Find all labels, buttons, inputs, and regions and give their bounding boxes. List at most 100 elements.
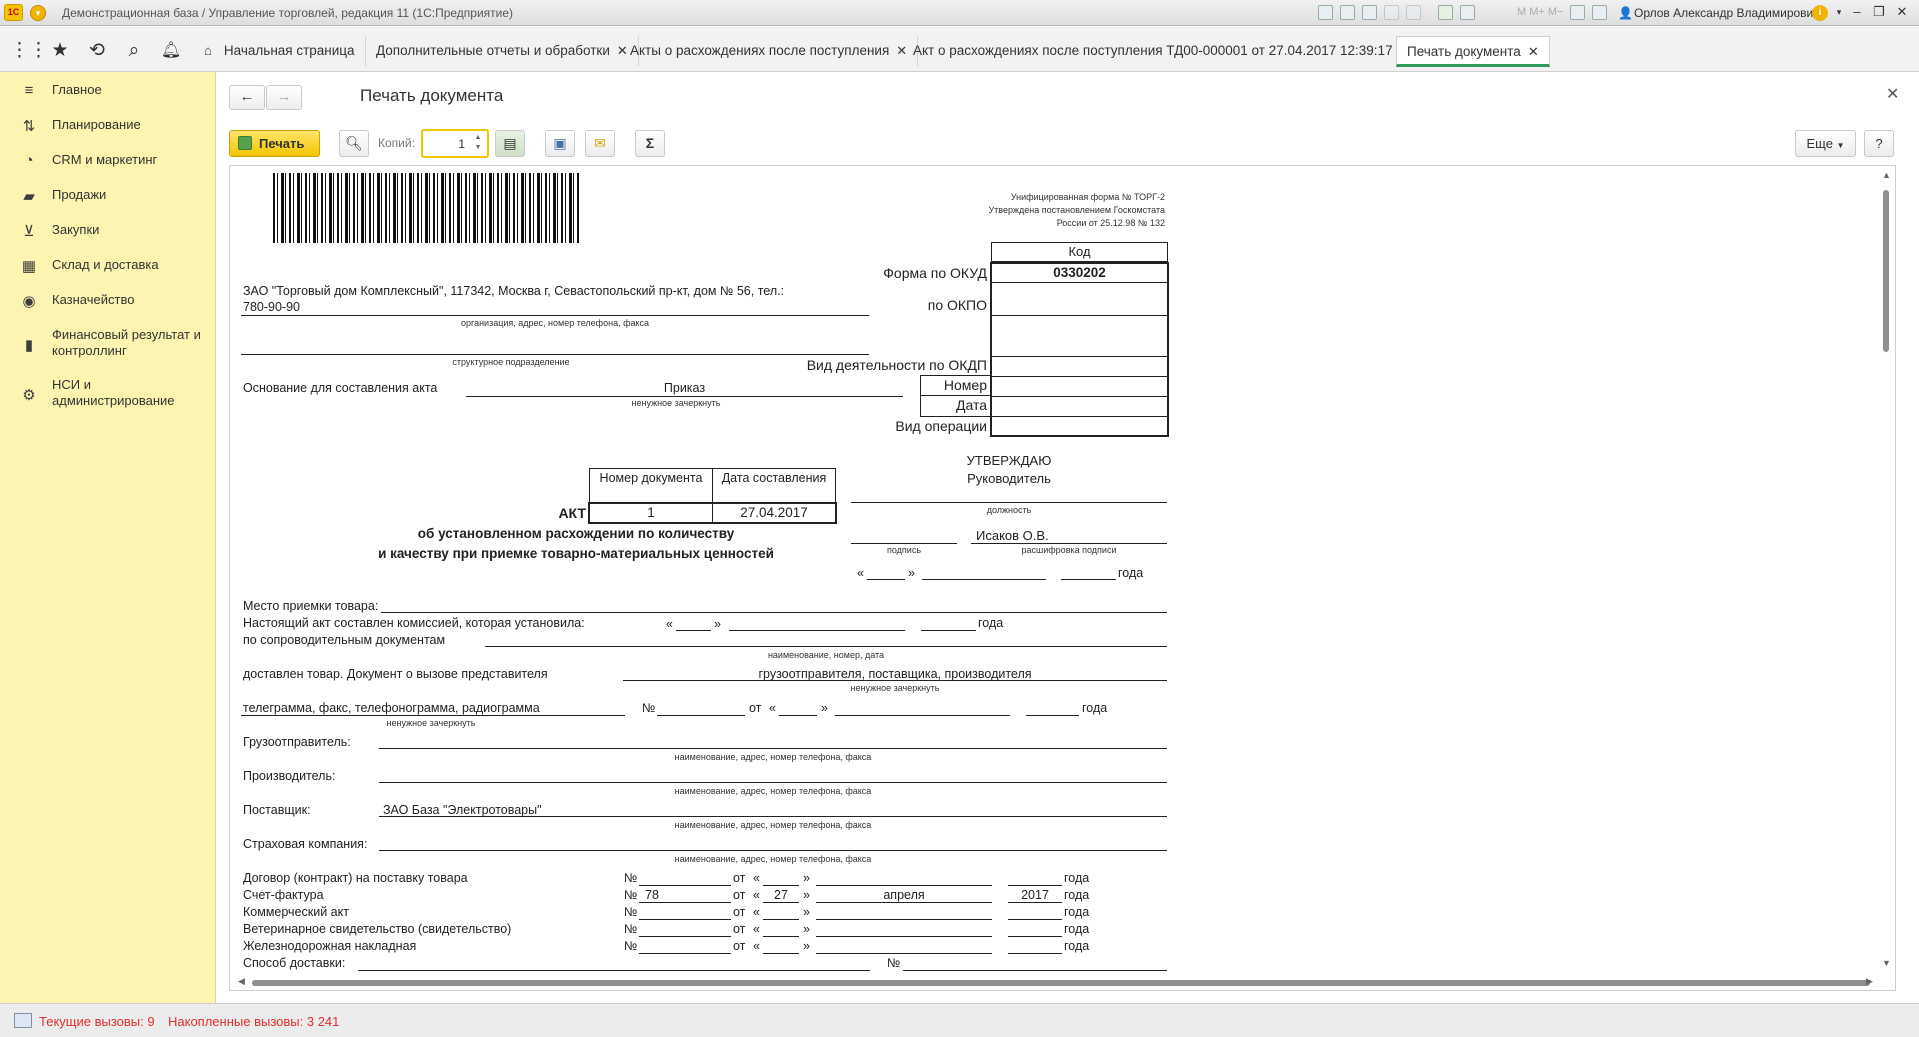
sidebar-item-planning[interactable]: ⇅ Планирование [0, 117, 216, 151]
quote-open: « [769, 701, 776, 715]
edit-table-icon: ▤ [503, 135, 517, 151]
help-button[interactable]: ? [1864, 130, 1894, 157]
app-menu-icon[interactable]: ▾ [30, 5, 46, 21]
search-icon[interactable]: ⌕ [120, 37, 148, 65]
scroll-up-icon[interactable]: ▲ [1882, 170, 1891, 180]
print-icon[interactable] [1340, 5, 1355, 20]
scroll-right-icon[interactable]: ▶ [1866, 976, 1873, 987]
edit-toggle-button[interactable]: ▤ [495, 130, 525, 157]
restore-button[interactable]: ❐ [1870, 3, 1888, 21]
sidebar-item-crm[interactable]: ◔ CRM и маркетинг [0, 152, 216, 186]
back-button[interactable]: ← [229, 85, 265, 110]
tab-home[interactable]: ⌂ Начальная страница [192, 36, 366, 66]
copies-stepper[interactable]: ▲▼ [421, 129, 489, 158]
num-sign: № [624, 905, 638, 919]
preview-icon[interactable] [1362, 5, 1377, 20]
crm-icon: ◔ [24, 152, 34, 169]
year-word: года [1064, 871, 1090, 885]
forward-button[interactable]: → [266, 85, 302, 110]
more-button[interactable]: Еще ▼ [1795, 130, 1856, 157]
tab-print-document[interactable]: Печать документа ✕ [1396, 36, 1550, 67]
chevron-down-icon[interactable]: ▾ [1830, 3, 1848, 21]
producer-label: Производитель: [243, 769, 336, 783]
save-icon[interactable] [1318, 5, 1333, 20]
delivered-caption: ненужное зачеркнуть [850, 683, 940, 693]
okdp-label: Вид деятельности по ОКДП [806, 357, 987, 373]
sidebar-item-finance[interactable]: ▮ Финансовый результат и контроллинг [0, 327, 216, 363]
dept-caption: структурное подразделение [452, 357, 570, 367]
sidebar-item-main[interactable]: ≡ Главное [0, 82, 216, 116]
from-word: от [733, 905, 746, 919]
org-line2: 780-90-90 [243, 300, 300, 314]
scroll-down-icon[interactable]: ▼ [1882, 958, 1891, 968]
shipper-label: Грузоотправитель: [243, 735, 351, 749]
sidebar-item-warehouse[interactable]: ▦ Склад и доставка [0, 257, 216, 291]
bell-icon[interactable]: 🔔︎ [157, 37, 185, 65]
quote-close: » [803, 871, 810, 885]
panels-icon[interactable] [1592, 5, 1607, 20]
window-title: Демонстрационная база / Управление торго… [62, 6, 514, 20]
apps-grid-icon[interactable]: ⋮⋮ [10, 37, 48, 65]
tab-discrepancy-act-doc[interactable]: Акт о расхождениях после поступления ТД0… [903, 36, 1422, 66]
accomp-label: по сопроводительным документам [243, 633, 446, 647]
position-caption: должность [986, 505, 1032, 515]
place-label: Место приемки товара: [243, 599, 379, 613]
save-button[interactable]: ▣ [545, 130, 575, 157]
sidebar-item-admin[interactable]: ⚙ НСИ и администрирование [0, 377, 216, 413]
year-word: года [1118, 566, 1144, 580]
chart-icon: ▮ [24, 337, 34, 354]
horizontal-scrollbar[interactable] [252, 980, 1870, 986]
calculator-icon[interactable] [1438, 5, 1453, 20]
preview-button[interactable]: 🔍︎ [339, 130, 369, 157]
tab-discrepancy-acts[interactable]: Акты о расхождениях после поступления ✕ [620, 36, 919, 66]
sigma-icon: Σ [645, 135, 655, 151]
link-icon[interactable] [1384, 5, 1399, 20]
sidebar-item-sales[interactable]: ▰ Продажи [0, 187, 216, 221]
close-window-button[interactable]: ✕ [1893, 3, 1911, 21]
okpo-label: по ОКПО [927, 297, 987, 313]
chevron-down-icon: ▼ [1836, 141, 1845, 150]
tab-label: Печать документа [1407, 44, 1521, 59]
info-icon[interactable]: i [1812, 5, 1828, 21]
form-header-line3: России от 25.12.98 № 132 [1056, 218, 1165, 228]
sum-button[interactable]: Σ [635, 130, 665, 157]
sidebar-item-purchases[interactable]: ⊻ Закупки [0, 222, 216, 256]
act-title-line2: и качеству при приемке товарно-материаль… [378, 546, 774, 561]
form-header-line1: Унифицированная форма № ТОРГ-2 [1010, 192, 1165, 202]
stepper-arrows-icon[interactable]: ▲ ▼ [471, 133, 485, 154]
optype-label: Вид операции [895, 418, 987, 434]
tab-label: Дополнительные отчеты и обработки [376, 43, 610, 58]
shipper-caption: наименование, адрес, номер телефона, фак… [674, 752, 872, 762]
spreadsheet-document[interactable]: Унифицированная форма № ТОРГ-2 Утвержден… [229, 165, 1896, 991]
railway-label: Железнодорожная накладная [243, 939, 417, 953]
user-name[interactable]: Орлов Александр Владимирович [1634, 6, 1820, 20]
invoice-year: 2017 [1021, 888, 1049, 902]
org-line1: ЗАО "Торговый дом Комплексный", 117342, … [243, 284, 785, 298]
vertical-scrollbar[interactable] [1883, 190, 1889, 352]
number-label: Номер [943, 377, 987, 393]
scroll-left-icon[interactable]: ◀ [238, 976, 245, 987]
from-word: от [733, 922, 746, 936]
star-icon[interactable]: ★ [46, 37, 74, 65]
date-label: Дата [955, 397, 987, 413]
basis-caption: ненужное зачеркнуть [631, 398, 721, 408]
history-icon[interactable]: ⟲ [83, 37, 111, 65]
1c-logo-icon: 1С [4, 4, 23, 21]
history-icon[interactable] [1406, 5, 1421, 20]
calls-icon[interactable] [14, 1013, 32, 1028]
quote-close: » [714, 617, 721, 631]
basis-value: Приказ [663, 381, 706, 395]
sidebar-item-treasury[interactable]: ◉ Казначейство [0, 292, 216, 326]
sign-caption: подпись [886, 545, 922, 555]
zoom-icon[interactable] [1570, 5, 1585, 20]
tab-reports[interactable]: Дополнительные отчеты и обработки ✕ [366, 36, 639, 66]
close-icon[interactable]: ✕ [1528, 44, 1539, 59]
close-form-icon[interactable]: ✕ [1886, 84, 1899, 104]
app-window: 1С ▾ Демонстрационная база / Управление … [0, 0, 1919, 1037]
minimize-button[interactable]: – [1848, 3, 1866, 21]
copies-input[interactable] [431, 135, 465, 153]
email-button[interactable]: ✉ [585, 130, 615, 157]
act-date: 27.04.2017 [740, 505, 808, 520]
print-button[interactable]: Печать [229, 130, 320, 157]
calendar-icon[interactable] [1460, 5, 1475, 20]
